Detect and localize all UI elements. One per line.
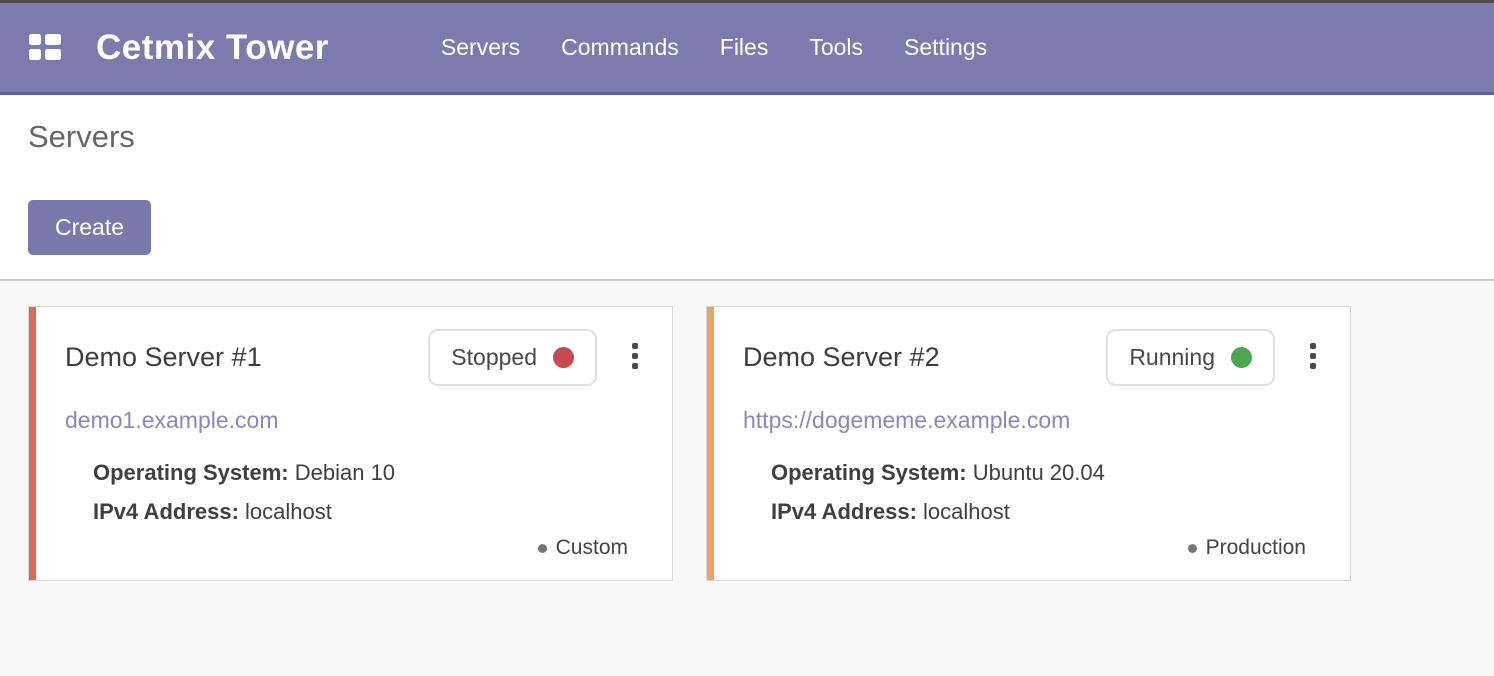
status-label: Running [1129,344,1215,371]
ip-value: localhost [923,499,1010,524]
top-navbar: Cetmix Tower Servers Commands Files Tool… [0,3,1494,95]
tag-label: Production [1206,536,1306,560]
status-dot-icon [1231,347,1252,368]
ip-value: localhost [245,499,332,524]
ip-label: IPv4 Address: [771,499,917,524]
server-details: Operating System: Ubuntu 20.04 IPv4 Addr… [771,453,1320,531]
server-url-link[interactable]: https://dogememe.example.com [743,407,1320,434]
server-details: Operating System: Debian 10 IPv4 Address… [93,453,642,531]
server-name: Demo Server #1 [65,342,262,373]
apps-menu-button[interactable] [18,20,74,76]
tag-dot-icon [538,544,547,553]
ip-label: IPv4 Address: [93,499,239,524]
menu-item-settings[interactable]: Settings [904,34,987,61]
server-tag: Production [1188,536,1306,560]
server-name: Demo Server #2 [743,342,940,373]
main-menu: Servers Commands Files Tools Settings [441,34,987,61]
os-value: Debian 10 [295,460,395,485]
menu-item-tools[interactable]: Tools [809,34,863,61]
card-accent-strip [29,307,36,580]
ip-row: IPv4 Address: localhost [771,492,1320,531]
os-row: Operating System: Ubuntu 20.04 [771,453,1320,492]
os-label: Operating System: [771,460,967,485]
server-url-link[interactable]: demo1.example.com [65,407,642,434]
server-card-demo-2[interactable]: Demo Server #2 Running https://dogememe.… [706,306,1351,581]
app-brand-title: Cetmix Tower [96,28,329,68]
tag-dot-icon [1188,544,1197,553]
ip-row: IPv4 Address: localhost [93,492,642,531]
server-status-badge[interactable]: Running [1106,329,1275,386]
tag-label: Custom [556,536,628,560]
server-card-demo-1[interactable]: Demo Server #1 Stopped demo1.example.com… [28,306,673,581]
server-tag: Custom [538,536,628,560]
os-value: Ubuntu 20.04 [973,460,1105,485]
page-title: Servers [28,119,1466,155]
status-dot-icon [553,347,574,368]
os-row: Operating System: Debian 10 [93,453,642,492]
card-accent-strip [707,307,714,580]
status-label: Stopped [451,344,537,371]
menu-item-commands[interactable]: Commands [561,34,679,61]
server-cards-area: Demo Server #1 Stopped demo1.example.com… [0,281,1494,676]
server-status-badge[interactable]: Stopped [428,329,597,386]
apps-grid-icon [29,34,63,61]
menu-item-files[interactable]: Files [720,34,769,61]
menu-item-servers[interactable]: Servers [441,34,520,61]
kebab-menu-icon[interactable] [628,339,642,373]
page-header-section: Servers Create [0,95,1494,279]
os-label: Operating System: [93,460,289,485]
kebab-menu-icon[interactable] [1306,339,1320,373]
create-button[interactable]: Create [28,200,151,255]
